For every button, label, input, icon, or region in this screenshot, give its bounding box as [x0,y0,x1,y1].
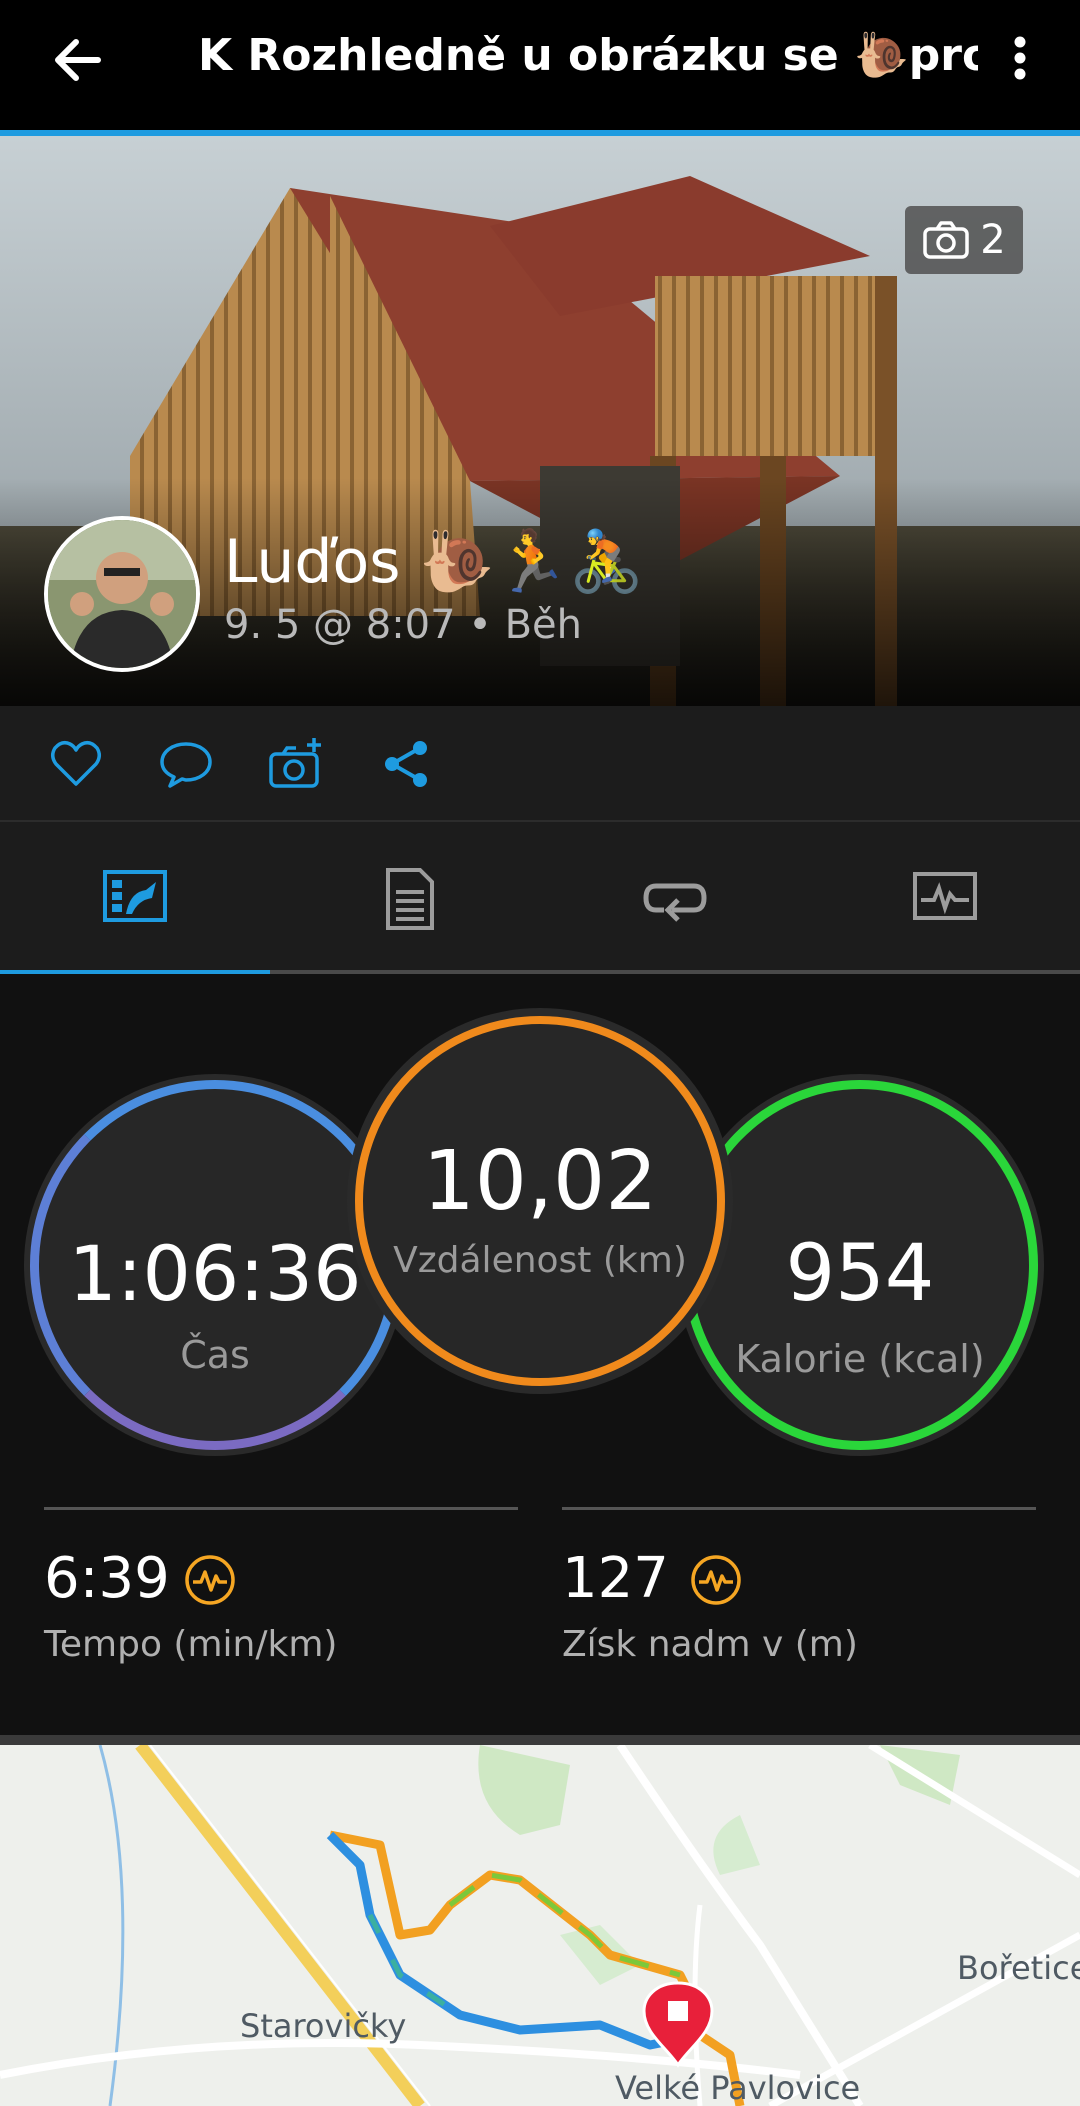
map-label-starovicky: Starovičky [240,2007,407,2045]
time-label: Čas [180,1333,250,1377]
distance-value: 10,02 [422,1134,658,1229]
heart-icon [51,740,101,786]
map-label-boretice: Bořetice [957,1949,1080,1987]
share-button[interactable] [378,736,434,792]
metric-info-icon[interactable] [690,1554,742,1606]
app-bar: K Rozhledně u obrázku se 🐌pro ☂️ [0,0,1080,136]
elevation-divider [562,1507,1036,1510]
details-icon [386,868,434,930]
time-value: 1:06:36 [68,1229,362,1318]
distance-label: Vzdálenost (km) [393,1240,687,1281]
elevation-value: 127 [562,1546,669,1611]
activity-title: K Rozhledně u obrázku se 🐌pro ☂️ [198,30,978,81]
photo-count: 2 [980,217,1006,263]
more-options-button[interactable] [1000,28,1040,88]
pace-label: Tempo (min/km) [44,1624,338,1665]
activity-tabs [0,822,1080,974]
route-map[interactable]: Bořetice Starovičky Velké Pavlovice [0,1745,1080,2106]
comment-icon [160,742,212,788]
map-label-velke-pavlovice: Velké Pavlovice [615,2069,861,2106]
photo-count-badge[interactable]: 2 [905,206,1023,274]
stats-panel: 1:06:36 Čas 954 Kalorie (kcal) 10,02 Vzd… [0,976,1080,1736]
elevation-label: Získ nadm v (m) [562,1624,858,1665]
calories-value: 954 [785,1229,935,1319]
back-button[interactable] [48,30,108,90]
activity-photo[interactable]: 2 Luďos 🐌🏃🚴 9. 5 @ 8:07 • Běh [0,136,1080,706]
add-photo-icon [269,738,321,788]
comment-button[interactable] [158,736,214,792]
activity-meta: 9. 5 @ 8:07 • Běh [224,602,583,648]
calories-ring: 954 Kalorie (kcal) [682,1080,1038,1450]
like-button[interactable] [48,736,104,792]
user-name[interactable]: Luďos 🐌🏃🚴 [224,526,644,597]
action-bar [0,706,1080,822]
charts-icon [913,872,977,920]
calories-label: Kalorie (kcal) [735,1337,985,1381]
section-divider [0,1735,1080,1745]
details-tab[interactable] [270,822,540,974]
camera-icon [923,221,970,259]
avatar[interactable] [44,516,200,672]
arrow-back-icon [55,39,101,81]
more-vert-icon [1014,36,1026,80]
laps-tab[interactable] [540,822,810,974]
stats-tab[interactable] [0,822,270,974]
time-ring: 1:06:36 Čas [30,1080,400,1450]
pace-value: 6:39 [44,1546,170,1611]
pace-divider [44,1507,518,1510]
active-tab-indicator [0,970,270,974]
metric-info-icon[interactable] [184,1554,236,1606]
distance-ring: 10,02 Vzdálenost (km) [355,1016,725,1386]
add-photo-button[interactable] [268,736,324,792]
share-icon [385,741,427,787]
charts-tab[interactable] [810,822,1080,974]
map-background [0,1745,1080,2106]
user-avatar-photo [48,520,196,668]
stats-icon [103,870,167,922]
laps-icon [643,883,707,922]
